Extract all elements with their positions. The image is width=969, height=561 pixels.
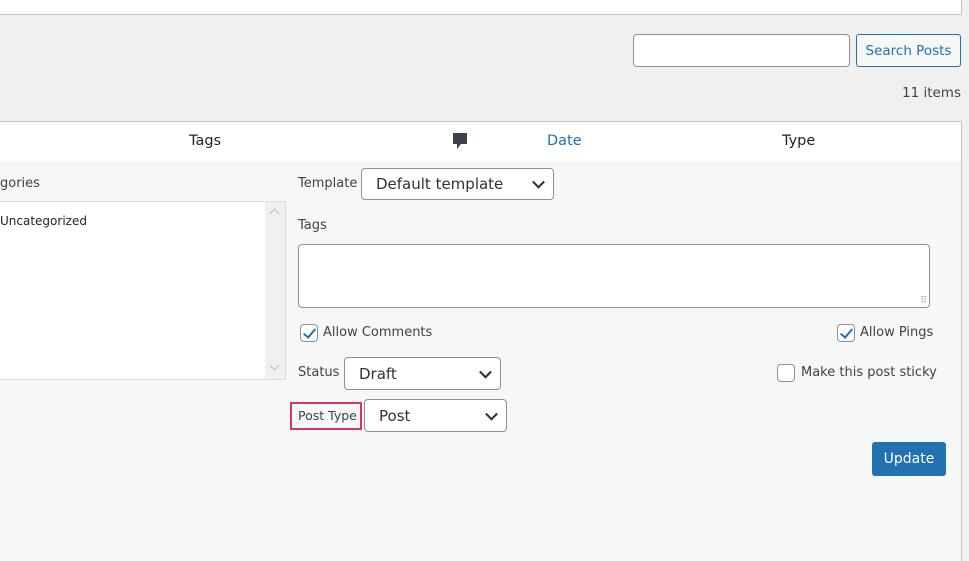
chevron-down-icon bbox=[479, 365, 492, 379]
chevron-down-icon bbox=[485, 407, 498, 421]
top-row bbox=[0, 0, 962, 15]
update-button[interactable]: Update bbox=[872, 442, 946, 476]
sticky-label: Make this post sticky bbox=[801, 365, 937, 380]
categories-label: gories bbox=[0, 176, 40, 191]
items-count: 11 items bbox=[901, 85, 961, 101]
tags-label: Tags bbox=[298, 218, 327, 233]
sticky-checkbox[interactable] bbox=[777, 364, 795, 382]
scrollbar[interactable] bbox=[265, 202, 285, 379]
quick-edit-panel: gories Uncategorized Template Default te… bbox=[0, 161, 962, 561]
category-item[interactable]: Uncategorized bbox=[0, 214, 87, 228]
tags-textarea[interactable]: ⠿ bbox=[298, 244, 930, 308]
template-value: Default template bbox=[376, 175, 504, 193]
column-tags: Tags bbox=[189, 133, 222, 149]
allow-pings-checkbox[interactable] bbox=[837, 324, 855, 342]
status-select[interactable]: Draft bbox=[344, 357, 501, 390]
template-label: Template bbox=[298, 176, 358, 191]
allow-comments-checkbox[interactable] bbox=[300, 324, 318, 342]
post-type-label: Post Type bbox=[298, 408, 357, 423]
categories-list[interactable]: Uncategorized bbox=[0, 201, 286, 380]
scroll-down-icon[interactable] bbox=[269, 360, 280, 371]
template-select[interactable]: Default template bbox=[361, 168, 554, 200]
status-label: Status bbox=[298, 365, 340, 380]
table-header: Tags Date Type bbox=[0, 121, 962, 162]
column-type: Type bbox=[782, 133, 816, 149]
comment-icon[interactable] bbox=[452, 132, 468, 156]
status-value: Draft bbox=[359, 364, 397, 383]
scroll-up-icon[interactable] bbox=[269, 208, 280, 219]
allow-comments-label: Allow Comments bbox=[323, 325, 433, 340]
post-type-highlight: Post Type bbox=[290, 402, 362, 430]
chevron-down-icon bbox=[532, 175, 545, 189]
post-type-select[interactable]: Post bbox=[364, 399, 507, 432]
column-date[interactable]: Date bbox=[547, 133, 582, 149]
resize-handle-icon[interactable]: ⠿ bbox=[920, 296, 927, 306]
search-posts-button[interactable]: Search Posts bbox=[856, 34, 961, 67]
search-input[interactable] bbox=[633, 34, 850, 67]
post-type-value: Post bbox=[379, 406, 411, 425]
allow-pings-label: Allow Pings bbox=[860, 325, 934, 340]
